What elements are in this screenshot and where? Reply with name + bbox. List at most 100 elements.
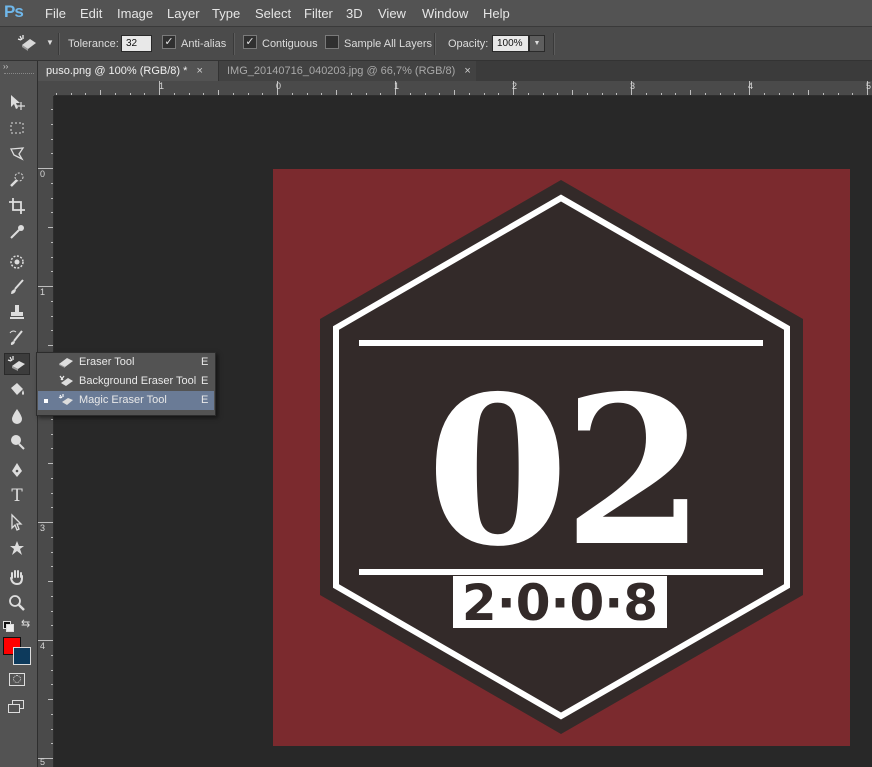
menu-bar: Ps File Edit Image Layer Type Select Fil… <box>0 0 872 27</box>
chevron-down-icon: ▼ <box>46 38 54 47</box>
antialias-label: Anti-alias <box>181 38 227 50</box>
type-tool[interactable]: T <box>4 485 30 507</box>
top-rule <box>359 340 763 346</box>
crop-tool[interactable] <box>4 195 30 217</box>
background-color-swatch[interactable] <box>13 647 31 665</box>
document-canvas[interactable]: 02 2·0·0·8 <box>273 169 850 746</box>
eraser-tool-group[interactable] <box>4 353 30 375</box>
quick-selection-tool[interactable] <box>4 169 30 191</box>
ruler-label: 5 <box>40 757 46 767</box>
flyout-item-magic-eraser[interactable]: Magic Eraser Tool E <box>38 391 214 410</box>
blur-drop-icon <box>12 409 22 424</box>
chevron-down-icon: ▼ <box>533 40 541 47</box>
pen-tool[interactable] <box>4 459 30 481</box>
menu-type[interactable]: Type <box>212 6 240 21</box>
lasso-tool[interactable] <box>4 143 30 165</box>
ruler-origin[interactable] <box>38 81 54 96</box>
tab-label: puso.png @ 100% (RGB/8) * <box>46 65 188 77</box>
flyout-item-shortcut: E <box>201 356 209 368</box>
separator <box>233 33 235 55</box>
hand-tool[interactable] <box>4 566 30 588</box>
badge-year: 2·0·0·8 <box>462 574 658 632</box>
brush-tool[interactable] <box>4 276 30 298</box>
eraser-icon <box>59 358 73 368</box>
tolerance-label: Tolerance: <box>68 38 119 50</box>
close-icon[interactable]: × <box>196 65 202 77</box>
swap-colors-icon[interactable]: ⇆ <box>21 617 30 630</box>
menu-help[interactable]: Help <box>483 6 510 21</box>
flyout-item-background-eraser[interactable]: Background Eraser Tool E <box>38 372 214 391</box>
ruler-label: 1 <box>394 81 400 91</box>
paint-bucket-tool[interactable] <box>4 379 30 401</box>
move-icon <box>11 95 25 110</box>
photoshop-logo: Ps <box>4 2 24 21</box>
ruler-label: 3 <box>630 81 636 91</box>
clone-stamp-tool[interactable] <box>4 301 30 323</box>
sample-all-layers-label: Sample All Layers <box>344 38 433 50</box>
sample-all-layers-checkbox[interactable] <box>325 35 339 49</box>
ruler-ticks <box>38 109 53 759</box>
brush-icon <box>11 279 24 294</box>
flyout-item-shortcut: E <box>201 394 209 406</box>
menu-edit[interactable]: Edit <box>80 6 102 21</box>
menu-image[interactable]: Image <box>117 6 153 21</box>
background-eraser-icon <box>59 375 73 386</box>
tolerance-input[interactable]: 32 <box>121 35 152 52</box>
opacity-input[interactable]: 100% <box>492 35 529 52</box>
custom-shape-tool[interactable] <box>4 537 30 559</box>
selected-indicator <box>44 399 48 403</box>
eyedropper-tool[interactable] <box>4 221 30 243</box>
menu-window[interactable]: Window <box>422 6 468 21</box>
ruler-label: 0 <box>276 81 282 91</box>
panel-grip[interactable] <box>4 73 34 77</box>
menu-3d[interactable]: 3D <box>346 6 363 21</box>
move-tool[interactable] <box>4 91 30 113</box>
rectangular-marquee-tool[interactable] <box>4 117 30 139</box>
screen-mode-button[interactable] <box>8 700 26 714</box>
opacity-dropdown-button[interactable]: ▼ <box>529 35 545 52</box>
type-icon: T <box>11 486 23 506</box>
horizontal-ruler[interactable]: 1 0 1 2 3 4 5 <box>54 81 872 96</box>
history-brush-icon <box>9 330 23 345</box>
close-icon[interactable]: × <box>464 65 470 77</box>
path-selection-tool[interactable] <box>4 511 30 533</box>
separator <box>553 33 555 55</box>
contiguous-checkbox[interactable]: ✓ <box>243 35 257 49</box>
tab-puso-png[interactable]: puso.png @ 100% (RGB/8) * × <box>38 61 218 81</box>
ruler-label: 4 <box>748 81 754 91</box>
history-brush-tool[interactable] <box>4 327 30 349</box>
path-selection-icon <box>11 513 23 531</box>
flyout-item-eraser[interactable]: Eraser Tool E <box>38 353 214 372</box>
zoom-icon <box>9 595 25 611</box>
menu-filter[interactable]: Filter <box>304 6 333 21</box>
menu-select[interactable]: Select <box>255 6 291 21</box>
panel-collapse-icon[interactable]: ›› <box>3 62 8 71</box>
quick-mask-button[interactable] <box>9 673 25 686</box>
healing-brush-icon <box>10 255 24 269</box>
tab-label: IMG_20140716_040203.jpg @ 66,7% (RGB/8) <box>227 65 456 77</box>
ruler-label: 0 <box>40 169 46 179</box>
antialias-checkbox[interactable]: ✓ <box>162 35 176 49</box>
ruler-label: 2 <box>512 81 518 91</box>
tool-preset-picker[interactable]: ▼ <box>16 33 56 55</box>
ruler-label: 4 <box>40 641 46 651</box>
tools-panel: ›› T ⇆ <box>0 61 38 767</box>
dodge-tool[interactable] <box>4 431 30 453</box>
flyout-item-label: Eraser Tool <box>79 356 135 368</box>
vertical-ruler[interactable]: 0 1 2 3 4 5 <box>38 96 54 767</box>
menu-view[interactable]: View <box>378 6 406 21</box>
magic-eraser-icon <box>58 394 73 405</box>
dodge-icon <box>11 435 25 450</box>
menu-layer[interactable]: Layer <box>167 6 200 21</box>
spot-healing-tool[interactable] <box>4 251 30 273</box>
blur-tool[interactable] <box>4 405 30 427</box>
default-colors-icon[interactable] <box>3 621 14 632</box>
zoom-tool[interactable] <box>4 592 30 614</box>
quick-mask-icon <box>13 675 21 683</box>
pen-icon <box>12 463 22 477</box>
magic-eraser-icon <box>17 35 36 51</box>
menu-file[interactable]: File <box>45 6 66 21</box>
tab-img-jpg[interactable]: IMG_20140716_040203.jpg @ 66,7% (RGB/8) … <box>218 61 476 81</box>
contiguous-label: Contiguous <box>262 38 318 50</box>
eyedropper-icon <box>10 225 24 239</box>
